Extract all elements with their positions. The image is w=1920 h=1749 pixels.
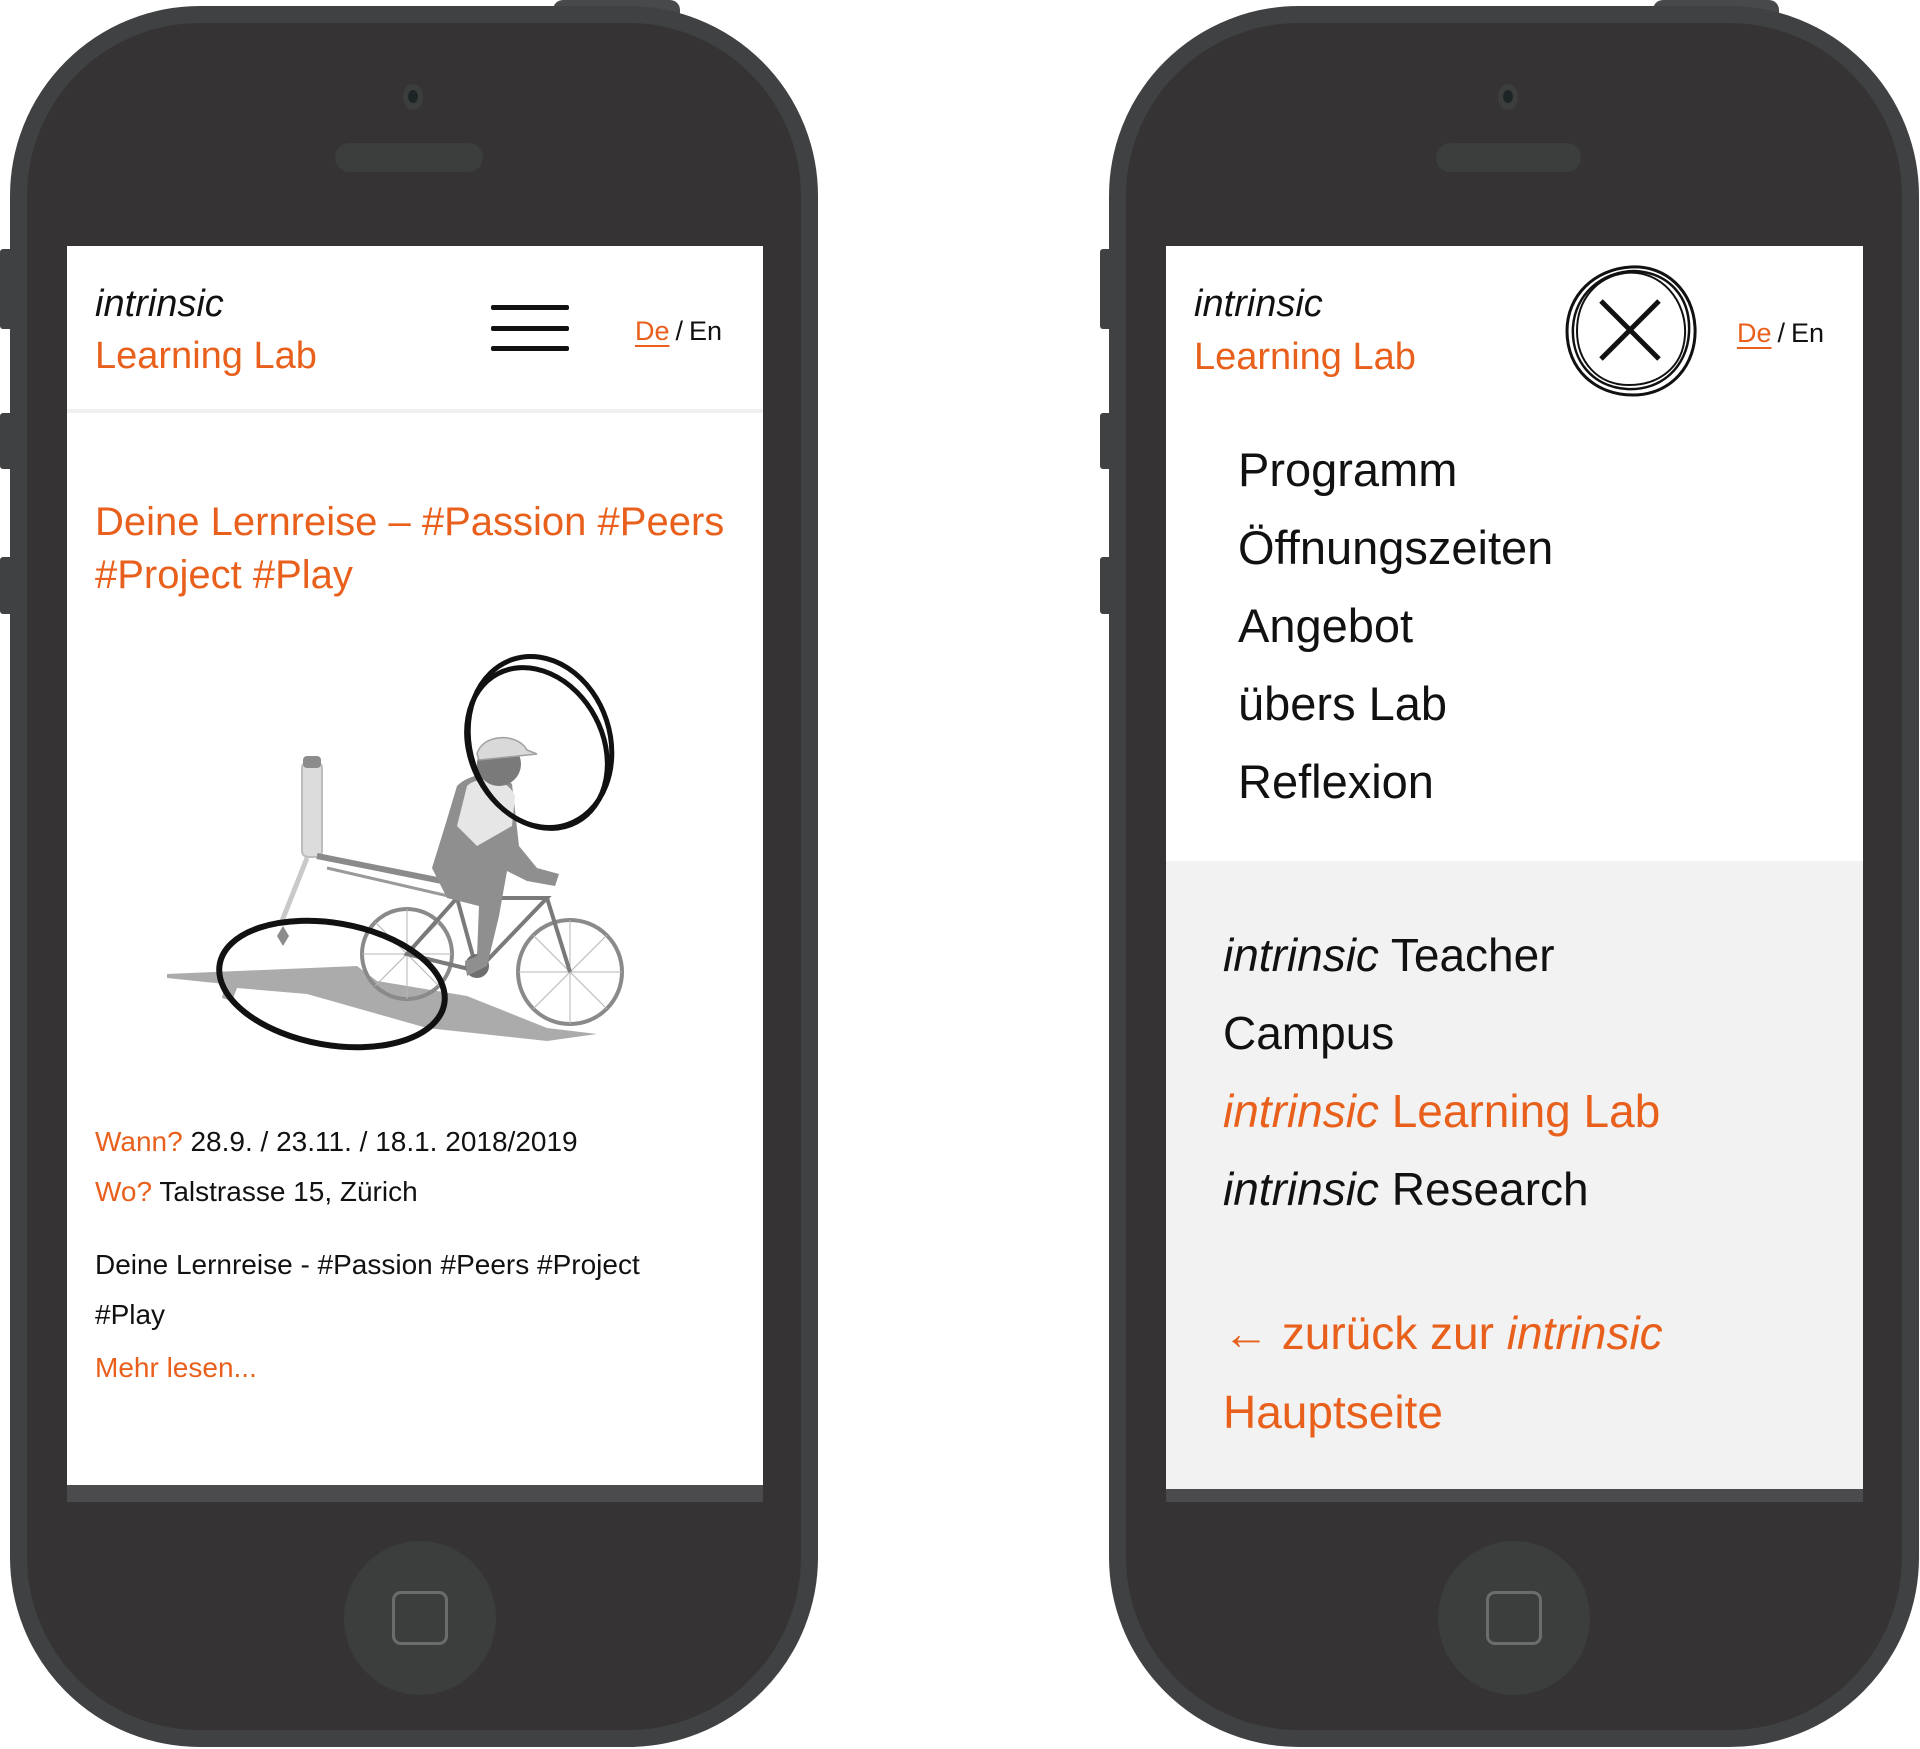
when-label: Wann? — [95, 1126, 183, 1157]
volume-up-button — [1100, 413, 1112, 469]
site-item-learning-lab[interactable]: intrinsic Learning Lab — [1223, 1072, 1660, 1150]
nav-item-oeffnungszeiten[interactable]: Öffnungszeiten — [1238, 509, 1553, 587]
mute-switch — [0, 249, 12, 329]
phone-mockup-left: intrinsic Learning Lab De / En Deine Lernr… — [10, 0, 818, 1747]
site-item-campus[interactable]: Campus — [1223, 994, 1660, 1072]
hamburger-menu-button[interactable] — [491, 305, 569, 353]
site-item-research[interactable]: intrinsic Research — [1223, 1150, 1660, 1228]
event-when: Wann? 28.9. / 23.11. / 18.1. 2018/2019 — [95, 1117, 578, 1167]
back-text: zurück zur — [1281, 1307, 1494, 1359]
image-bottle — [301, 761, 323, 858]
site-label: Learning Lab — [1391, 1085, 1661, 1137]
home-button[interactable] — [344, 1541, 496, 1695]
volume-down-button — [0, 557, 12, 614]
nav-item-angebot[interactable]: Angebot — [1238, 587, 1553, 665]
site-item-teacher[interactable]: intrinsic Teacher — [1223, 916, 1660, 994]
back-text-2: Hauptseite — [1223, 1386, 1443, 1438]
lang-separator: / — [1777, 318, 1786, 348]
where-label: Wo? — [95, 1176, 153, 1207]
event-excerpt: Deine Lernreise - #Passion #Peers #Proje… — [95, 1249, 640, 1330]
volume-down-button — [1100, 557, 1112, 614]
when-value: 28.9. / 23.11. / 18.1. 2018/2019 — [190, 1126, 578, 1157]
arrow-left-icon: ← — [1223, 1307, 1269, 1359]
screen-right: intrinsic Learning Lab De / En Programm Öf… — [1166, 246, 1863, 1489]
hamburger-bar — [491, 326, 569, 331]
close-menu-button[interactable] — [1561, 261, 1701, 401]
where-value: Talstrasse 15, Zürich — [159, 1176, 418, 1207]
read-more-link[interactable]: Mehr lesen... — [95, 1354, 257, 1382]
site-prefix: intrinsic — [1223, 929, 1379, 981]
logo-learning-lab[interactable]: Learning Lab — [95, 337, 317, 375]
home-button[interactable] — [1438, 1541, 1590, 1695]
hero-image — [167, 653, 624, 1051]
back-text-italic: intrinsic — [1506, 1307, 1663, 1359]
logo-intrinsic[interactable]: intrinsic — [95, 285, 224, 323]
event-where: Wo? Talstrasse 15, Zürich — [95, 1167, 418, 1217]
phone-mockup-right: intrinsic Learning Lab De / En Programm Öf… — [1109, 0, 1919, 1747]
main-navigation: Programm Öffnungszeiten Angebot übers La… — [1238, 431, 1553, 821]
screen-bottom-bar — [1166, 1489, 1863, 1502]
home-square-icon — [392, 1591, 448, 1645]
back-to-main-site-link[interactable]: ← zurück zur intrinsic Hauptseite — [1223, 1294, 1783, 1452]
lang-de-link[interactable]: De — [1737, 318, 1772, 348]
hamburger-bar — [491, 346, 569, 351]
mute-switch — [1100, 249, 1112, 329]
hamburger-bar — [491, 305, 569, 310]
volume-up-button — [0, 413, 12, 469]
site-prefix: intrinsic — [1223, 1163, 1379, 1215]
front-camera — [403, 84, 423, 110]
earpiece-speaker — [1436, 143, 1581, 172]
site-switcher: intrinsic Teacher Campus intrinsic Learn… — [1223, 916, 1660, 1228]
screen-bottom-bar — [67, 1485, 763, 1502]
language-switch: De / En — [635, 318, 722, 345]
lang-separator: / — [675, 316, 684, 346]
nav-item-reflexion[interactable]: Reflexion — [1238, 743, 1553, 821]
site-label: Teacher — [1390, 929, 1555, 981]
home-square-icon — [1486, 1591, 1542, 1645]
front-camera — [1498, 84, 1518, 110]
nav-item-uebers-lab[interactable]: übers Lab — [1238, 665, 1553, 743]
language-switch: De / En — [1737, 320, 1824, 347]
earpiece-speaker — [335, 143, 483, 172]
logo-intrinsic[interactable]: intrinsic — [1194, 285, 1323, 323]
site-prefix: intrinsic — [1223, 1085, 1379, 1137]
site-label: Research — [1391, 1163, 1589, 1215]
sites-panel: intrinsic Teacher Campus intrinsic Learn… — [1166, 861, 1863, 1489]
lang-en-link[interactable]: En — [1791, 318, 1824, 348]
screen-left: intrinsic Learning Lab De / En Deine Lernr… — [67, 246, 763, 1485]
header-divider — [67, 409, 763, 413]
site-label: Campus — [1223, 1007, 1395, 1059]
close-icon — [1565, 265, 1697, 397]
hero-title: Deine Lernreise – #Passion #Peers #Proje… — [95, 500, 725, 597]
nav-item-programm[interactable]: Programm — [1238, 431, 1553, 509]
lang-en-link[interactable]: En — [689, 316, 722, 346]
lang-de-link[interactable]: De — [635, 316, 670, 346]
logo-learning-lab[interactable]: Learning Lab — [1194, 338, 1416, 376]
